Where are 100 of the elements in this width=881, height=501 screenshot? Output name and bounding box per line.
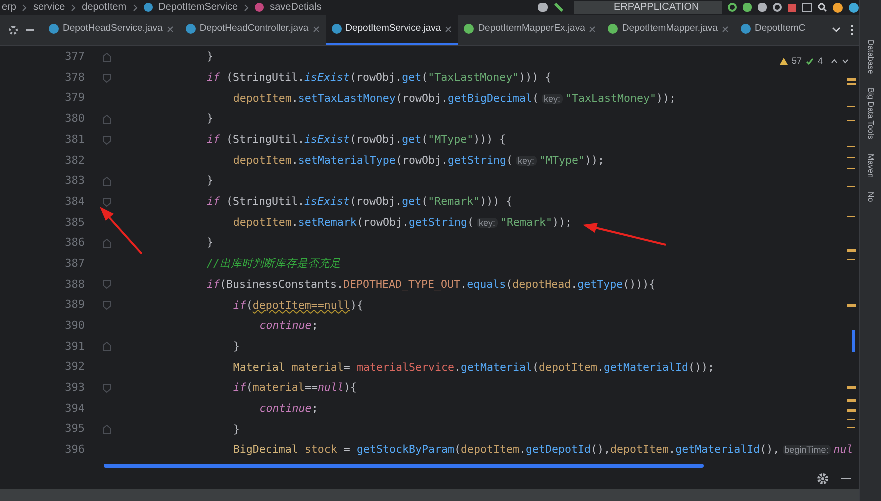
- chevron-icon: [244, 4, 250, 12]
- fold-marker-icon[interactable]: [102, 136, 110, 145]
- code-line: depotItem.setMaterialType(rowObj.getString( key: "MType"));: [233, 152, 605, 169]
- settings-icon[interactable]: [9, 26, 18, 34]
- line-number: 379: [64, 90, 85, 106]
- editor-tab[interactable]: DepotItemMapper.java: [602, 15, 735, 45]
- line-number: 381: [64, 132, 85, 148]
- line-number: 396: [64, 442, 85, 458]
- code-line: }: [207, 235, 214, 252]
- arrow-up-icon[interactable]: [831, 59, 838, 64]
- run-icon[interactable]: [728, 3, 737, 12]
- editor-tab[interactable]: DepotItemMapperEx.java: [458, 15, 602, 45]
- code-line: if (StringUtil.isExist(rowObj.get("TaxLastMoney"))) {: [207, 70, 552, 86]
- line-number: 387: [64, 256, 85, 272]
- method-icon: [255, 3, 264, 12]
- code-line: if(material==null){: [233, 380, 357, 396]
- stop-icon[interactable]: [788, 4, 796, 12]
- code-line: continue;: [260, 400, 318, 417]
- tool-window-button[interactable]: Big Data Tools: [864, 88, 876, 140]
- fold-marker-icon[interactable]: [102, 280, 110, 290]
- settings-icon[interactable]: [817, 473, 829, 485]
- close-icon[interactable]: [722, 26, 729, 32]
- fold-end-icon[interactable]: [102, 342, 110, 352]
- code-line: //出库时判断库存是否充足: [207, 256, 342, 272]
- fold-end-icon[interactable]: [102, 425, 110, 434]
- line-number: 394: [64, 400, 85, 417]
- line-number: 382: [64, 152, 85, 169]
- interface-icon: [608, 24, 618, 34]
- line-number: 377: [64, 49, 85, 66]
- arrow-down-icon[interactable]: [842, 59, 849, 64]
- weak-warning-count[interactable]: 4: [818, 55, 823, 68]
- editor-tab[interactable]: DepotItemC: [734, 15, 812, 45]
- line-number: 378: [64, 70, 85, 86]
- class-icon: [186, 24, 196, 34]
- code-line: if (StringUtil.isExist(rowObj.get("MType"))) {: [207, 132, 506, 148]
- code-line: }: [233, 422, 240, 438]
- fold-end-icon[interactable]: [102, 239, 110, 248]
- fold-end-icon[interactable]: [102, 176, 110, 186]
- editor-tab[interactable]: DepotHeadService.java: [43, 15, 180, 45]
- close-icon[interactable]: [312, 26, 320, 32]
- close-icon[interactable]: [166, 26, 174, 32]
- chevron-icon: [22, 4, 28, 12]
- code-line: }: [207, 173, 214, 190]
- editor-tab[interactable]: DepotHeadController.java: [180, 15, 326, 45]
- code-line: if (StringUtil.isExist(rowObj.get("Remark"))) {: [207, 194, 513, 210]
- close-icon[interactable]: [445, 26, 452, 32]
- fold-marker-icon[interactable]: [102, 74, 110, 83]
- fold-end-icon[interactable]: [102, 52, 110, 62]
- line-number: 383: [64, 173, 85, 190]
- warning-icon: [780, 58, 788, 66]
- line-number: 389: [64, 297, 85, 314]
- code-line: }: [207, 49, 214, 66]
- breadcrumb-item[interactable]: depotItem: [82, 0, 127, 15]
- line-number: 386: [64, 235, 85, 252]
- line-number: 393: [64, 380, 85, 396]
- breadcrumb-item[interactable]: DepotItemService: [158, 0, 238, 15]
- code-line: if(depotItem==null){: [233, 298, 364, 314]
- search-icon[interactable]: [818, 3, 827, 12]
- warning-count[interactable]: 57: [792, 55, 802, 68]
- minimize-icon[interactable]: [841, 477, 851, 481]
- fold-marker-icon[interactable]: [102, 198, 110, 207]
- code-line: continue;: [260, 318, 318, 334]
- breadcrumb-item[interactable]: erp: [2, 0, 16, 15]
- chevron-icon: [132, 4, 138, 12]
- code-line: }: [233, 338, 240, 355]
- class-icon: [49, 24, 59, 34]
- tool-window-button[interactable]: Database: [864, 40, 876, 74]
- close-icon[interactable]: [589, 26, 596, 32]
- class-icon: [144, 3, 153, 12]
- chevron-icon: [71, 4, 76, 12]
- line-number: 391: [64, 338, 85, 355]
- code-line: depotItem.setRemark(rowObj.getString( key: "Remark"));: [233, 214, 572, 231]
- code-line: }: [207, 111, 214, 128]
- line-number: 392: [64, 359, 85, 376]
- profile-icon[interactable]: [773, 3, 782, 12]
- tool-window-button[interactable]: No: [864, 192, 876, 202]
- fold-end-icon[interactable]: [102, 114, 110, 124]
- line-number: 384: [64, 194, 85, 210]
- line-number: 395: [64, 421, 85, 438]
- editor-tab[interactable]: DepotItemService.java: [326, 15, 458, 45]
- line-number: 385: [64, 214, 85, 231]
- line-number: 380: [64, 111, 85, 128]
- breadcrumb-item[interactable]: saveDetials: [270, 0, 322, 15]
- code-line: if(BusinessConstants.DEPOTHEAD_TYPE_OUT.equals(depotHead.getType())){: [207, 276, 656, 293]
- chevron-down-icon[interactable]: [832, 27, 841, 33]
- fold-marker-icon[interactable]: [102, 301, 110, 310]
- code-line: BigDecimal stock = getStockByParam(depotItem.getDepotId(),depotItem.getMaterialId(), beginTime: nul: [233, 442, 854, 458]
- fold-marker-icon[interactable]: [102, 384, 110, 393]
- annotation-arrow: [100, 207, 143, 255]
- line-number: 390: [64, 318, 85, 334]
- tool-window-button[interactable]: Maven: [864, 154, 876, 178]
- code-line: depotItem.setTaxLastMoney(rowObj.getBigDecimal( key: "TaxLastMoney"));: [233, 90, 676, 107]
- class-icon: [740, 24, 751, 34]
- horizontal-scrollbar[interactable]: [104, 464, 704, 468]
- class-icon: [332, 24, 342, 34]
- breadcrumb-item[interactable]: service: [33, 0, 66, 15]
- check-icon: [806, 58, 814, 66]
- interface-icon: [464, 24, 474, 34]
- code-line: Material material= materialService.getMaterial(depotItem.getMaterialId());: [233, 360, 715, 376]
- run-configuration-dropdown[interactable]: ERPAPPLICATION: [574, 1, 722, 14]
